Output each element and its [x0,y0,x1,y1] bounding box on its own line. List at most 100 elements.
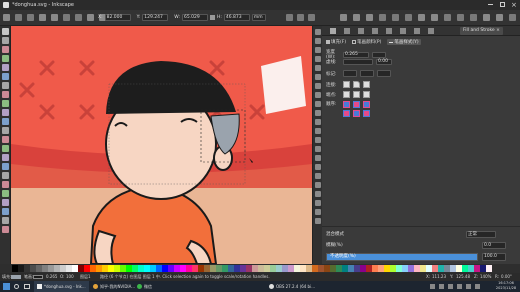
snap-toggle-icon[interactable] [315,218,321,224]
cap-butt-icon[interactable] [343,91,350,98]
redo-icon[interactable] [431,14,438,21]
panel-tab-icon-2[interactable] [344,28,350,34]
w-field[interactable]: 65.029 [181,14,208,21]
snap-toggle-icon[interactable] [315,200,321,206]
snap-toggle-icon[interactable] [315,92,321,98]
rotate-ccw-icon[interactable] [39,14,46,21]
blend-select[interactable]: 正常 [466,231,496,238]
snap-toggle-icon[interactable] [315,155,321,161]
order-icon-2[interactable] [353,101,360,108]
panel-tab-icon-6[interactable] [400,28,406,34]
opacity-slider[interactable]: 不透明度(%) [326,253,478,261]
dash-offset-field[interactable]: 0.00 [376,59,392,65]
open-icon[interactable] [353,14,360,21]
panel-tab-icon-5[interactable] [386,28,392,34]
calligraphy-icon[interactable] [2,136,9,143]
tray-icon[interactable] [430,284,435,289]
stroke-paint-tab[interactable]: 笔画颜料(P) [352,39,381,45]
tray-icon[interactable] [448,284,453,289]
order-icon-3[interactable] [363,101,370,108]
fill-swatch[interactable] [11,275,21,279]
cut-icon[interactable] [457,14,464,21]
lpe-icon[interactable] [2,217,9,224]
order-icon-4[interactable] [343,110,350,117]
tray-icon[interactable] [457,284,462,289]
duplicate-icon[interactable] [496,14,503,21]
panel-tab-icon-8[interactable] [428,28,434,34]
task-view-icon[interactable] [24,284,30,289]
new-document-icon[interactable] [340,14,347,21]
h-field[interactable]: 46.873 [223,14,250,21]
pencil-icon[interactable] [2,118,9,125]
x-field[interactable]: 82.000 [104,14,131,21]
search-icon[interactable] [14,284,19,289]
dropper-icon[interactable] [2,199,9,206]
snap-toggle-icon[interactable] [315,209,321,215]
print-icon[interactable] [379,14,386,21]
join-bevel-icon[interactable] [363,81,370,88]
tweak-icon[interactable] [2,46,9,53]
rect-icon[interactable] [2,73,9,80]
cap-square-icon[interactable] [363,91,370,98]
stroke-swatch[interactable] [33,275,43,279]
taskbar-item-wechat[interactable]: 微信 [134,281,155,292]
star-icon[interactable] [2,100,9,107]
flip-v-icon[interactable] [75,14,82,21]
zoom-fit-icon[interactable] [483,14,490,21]
y-field[interactable]: 129.247 [142,14,169,21]
lock-icon[interactable] [209,15,215,20]
rotation-value[interactable]: 0.00° [501,273,512,281]
order-icon-6[interactable] [363,110,370,117]
cap-round-icon[interactable] [353,91,360,98]
pages-icon[interactable] [2,226,9,233]
snap-toggle-icon[interactable] [315,29,321,35]
group-icon[interactable] [509,14,516,21]
end-marker-select[interactable] [377,70,391,77]
unit-select[interactable]: mm [251,14,266,21]
mesh-icon[interactable] [2,190,9,197]
layer-select[interactable]: 图层1 [80,273,91,281]
gradient-icon[interactable] [2,181,9,188]
join-round-icon[interactable] [353,81,360,88]
snap-toggle-icon[interactable] [315,173,321,179]
node-icon[interactable] [2,37,9,44]
taskbar-item-obs[interactable]: OBS 27.2.4 (64 bi... [266,281,318,292]
select-all-icon[interactable] [3,14,10,21]
start-marker-select[interactable] [343,70,357,77]
minimize-icon[interactable] [488,4,493,5]
blur-field[interactable]: 0.0 [482,242,506,249]
scale-corners-icon[interactable] [297,14,304,21]
taskbar-item-browser[interactable]: 知乎-我的NVIDIA... [90,281,138,292]
undo-icon[interactable] [418,14,425,21]
panel-tab-icon-3[interactable] [358,28,364,34]
snap-toggle-icon[interactable] [315,191,321,197]
bucket-icon[interactable] [2,172,9,179]
panel-tab-icon-4[interactable] [372,28,378,34]
flip-h-icon[interactable] [63,14,70,21]
snap-toggle-icon[interactable] [315,83,321,89]
snap-toggle-icon[interactable] [315,119,321,125]
spiral-icon[interactable] [2,109,9,116]
mid-marker-select[interactable] [360,70,374,77]
width-field[interactable]: 0.265 [343,51,369,58]
deselect-icon[interactable] [27,14,34,21]
box3d-icon[interactable] [2,82,9,89]
selector-icon[interactable] [2,28,9,35]
zoom-icon[interactable] [2,55,9,62]
tray-icons[interactable] [430,284,490,289]
tray-icon[interactable] [466,284,471,289]
snap-toggle-icon[interactable] [315,74,321,80]
paste-icon[interactable] [470,14,477,21]
fill-tab[interactable]: 填充(F) [326,39,346,45]
snap-toggle-icon[interactable] [315,146,321,152]
zoom-value[interactable]: 140% [480,273,491,281]
width-unit-select[interactable] [372,51,386,58]
snap-toggle-icon[interactable] [315,47,321,53]
import-icon[interactable] [392,14,399,21]
close-icon[interactable]: × [511,0,517,10]
panel-tab-icon-1[interactable] [330,28,336,34]
tray-icon[interactable] [475,284,480,289]
snap-toggle-icon[interactable] [315,128,321,134]
snap-toggle-icon[interactable] [315,38,321,44]
taskbar-item-inkscape[interactable]: *donghua.svg - Ink... [34,281,89,292]
